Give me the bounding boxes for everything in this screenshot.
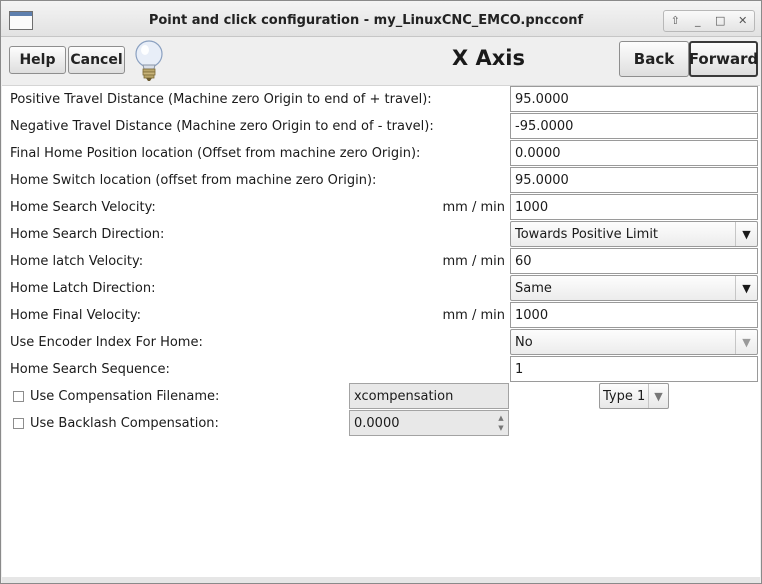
positive-travel-row: Positive Travel Distance (Machine zero O… <box>2 86 760 113</box>
page-title: X Axis <box>452 46 525 70</box>
home-final-velocity-label: Home Final Velocity: <box>10 308 142 323</box>
cancel-button[interactable]: Cancel <box>68 46 125 74</box>
compensation-type-select[interactable]: Type 1 ▼ <box>599 383 669 409</box>
negative-travel-input[interactable]: -95.0000 <box>510 113 758 139</box>
home-sequence-label: Home Search Sequence: <box>10 362 170 377</box>
maximize-icon[interactable]: □ <box>711 11 729 31</box>
home-switch-input[interactable]: 95.0000 <box>510 167 758 193</box>
encoder-index-label: Use Encoder Index For Home: <box>10 335 203 350</box>
home-latch-velocity-unit: mm / min <box>442 254 506 269</box>
backlash-row: Use Backlash Compensation: 0.0000 ▲ ▼ <box>2 410 760 437</box>
pncconf-window: Point and click configuration - my_Linux… <box>0 0 762 584</box>
home-search-velocity-label: Home Search Velocity: <box>10 200 156 215</box>
home-latch-direction-label: Home Latch Direction: <box>10 281 156 296</box>
help-button[interactable]: Help <box>9 46 66 74</box>
home-final-velocity-row: Home Final Velocity: mm / min 1000 <box>2 302 760 329</box>
home-latch-direction-select[interactable]: Same ▼ <box>510 275 758 301</box>
status-strip <box>2 577 760 583</box>
window-title: Point and click configuration - my_Linux… <box>148 13 584 28</box>
negative-travel-label: Negative Travel Distance (Machine zero O… <box>10 119 434 134</box>
home-latch-velocity-label: Home latch Velocity: <box>10 254 144 269</box>
home-sequence-row: Home Search Sequence: 1 <box>2 356 760 383</box>
home-switch-row: Home Switch location (offset from machin… <box>2 167 760 194</box>
home-latch-direction-value: Same <box>515 281 552 296</box>
compensation-type-value: Type 1 <box>603 389 646 404</box>
forward-button[interactable]: Forward <box>689 41 758 77</box>
encoder-index-row: Use Encoder Index For Home: No ▼ <box>2 329 760 356</box>
compensation-checkbox[interactable] <box>13 391 24 402</box>
positive-travel-input[interactable]: 95.0000 <box>510 86 758 112</box>
dropdown-arrow-icon[interactable]: ▼ <box>735 276 757 300</box>
axis-settings-panel: Positive Travel Distance (Machine zero O… <box>2 85 760 577</box>
home-latch-direction-row: Home Latch Direction: Same ▼ <box>2 275 760 302</box>
home-final-velocity-unit: mm / min <box>442 308 506 323</box>
backlash-label: Use Backlash Compensation: <box>30 416 219 431</box>
compensation-label: Use Compensation Filename: <box>30 389 220 404</box>
spin-arrows[interactable]: ▲ ▼ <box>497 413 505 433</box>
back-button[interactable]: Back <box>619 41 689 77</box>
home-search-velocity-row: Home Search Velocity: mm / min 1000 <box>2 194 760 221</box>
home-search-velocity-unit: mm / min <box>442 200 506 215</box>
minimize-icon[interactable]: _ <box>689 11 707 31</box>
dropdown-arrow-icon[interactable]: ▼ <box>735 330 757 354</box>
negative-travel-row: Negative Travel Distance (Machine zero O… <box>2 113 760 140</box>
positive-travel-label: Positive Travel Distance (Machine zero O… <box>10 92 432 107</box>
home-latch-velocity-row: Home latch Velocity: mm / min 60 <box>2 248 760 275</box>
home-search-direction-value: Towards Positive Limit <box>515 227 659 242</box>
spin-down-icon[interactable]: ▼ <box>498 424 503 432</box>
encoder-index-value: No <box>515 335 533 350</box>
window-controls: ⇧ _ □ ✕ <box>663 10 755 32</box>
home-search-direction-row: Home Search Direction: Towards Positive … <box>2 221 760 248</box>
home-final-velocity-input[interactable]: 1000 <box>510 302 758 328</box>
final-home-row: Final Home Position location (Offset fro… <box>2 140 760 167</box>
toolbar: Help Cancel X Axis Back Forward <box>1 37 761 85</box>
shade-icon[interactable]: ⇧ <box>666 11 684 31</box>
close-icon[interactable]: ✕ <box>734 11 752 31</box>
backlash-spinbutton[interactable]: 0.0000 ▲ ▼ <box>349 410 509 436</box>
dropdown-arrow-icon[interactable]: ▼ <box>735 222 757 246</box>
compensation-row: Use Compensation Filename: xcompensation… <box>2 383 760 410</box>
backlash-value: 0.0000 <box>354 416 400 431</box>
home-search-velocity-input[interactable]: 1000 <box>510 194 758 220</box>
title-bar: Point and click configuration - my_Linux… <box>1 1 761 37</box>
dropdown-arrow-icon[interactable]: ▼ <box>648 384 668 408</box>
compensation-filename-input[interactable]: xcompensation <box>349 383 509 409</box>
encoder-index-select[interactable]: No ▼ <box>510 329 758 355</box>
home-switch-label: Home Switch location (offset from machin… <box>10 173 377 188</box>
home-search-direction-select[interactable]: Towards Positive Limit ▼ <box>510 221 758 247</box>
final-home-input[interactable]: 0.0000 <box>510 140 758 166</box>
lightbulb-icon <box>135 40 163 81</box>
home-search-direction-label: Home Search Direction: <box>10 227 165 242</box>
spin-up-icon[interactable]: ▲ <box>498 414 503 422</box>
home-latch-velocity-input[interactable]: 60 <box>510 248 758 274</box>
final-home-label: Final Home Position location (Offset fro… <box>10 146 421 161</box>
backlash-checkbox[interactable] <box>13 418 24 429</box>
home-sequence-input[interactable]: 1 <box>510 356 758 382</box>
